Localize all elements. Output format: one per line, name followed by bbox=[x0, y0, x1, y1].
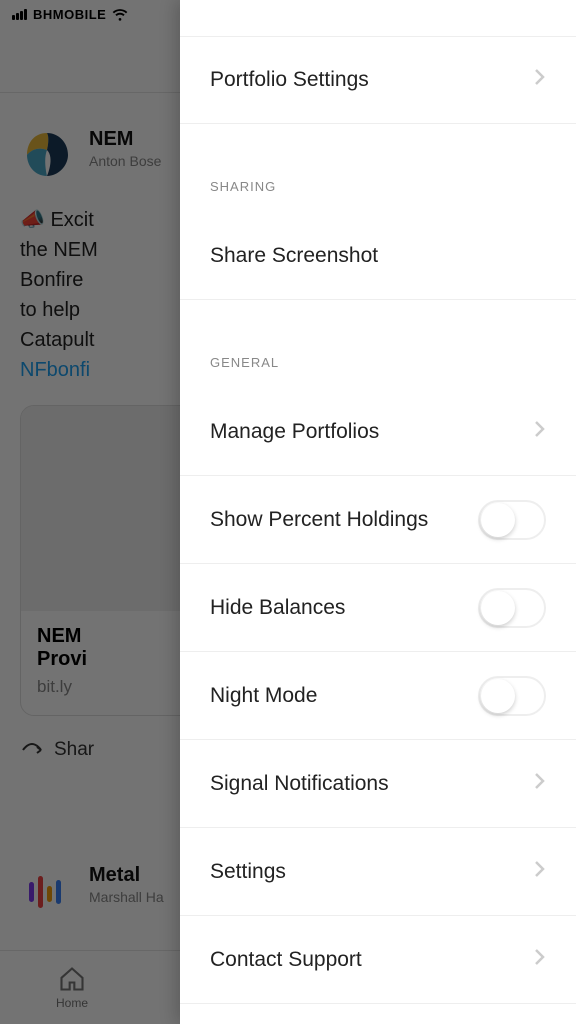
night-mode-row: Night Mode bbox=[180, 652, 576, 740]
row-label: Manage Portfolios bbox=[210, 420, 379, 444]
signal-bars-icon bbox=[12, 9, 27, 20]
share-screenshot-row[interactable]: Share Screenshot bbox=[180, 212, 576, 300]
toggle-knob bbox=[481, 503, 515, 537]
row-label: Settings bbox=[210, 860, 286, 884]
hide-balances-row: Hide Balances bbox=[180, 564, 576, 652]
hide-balances-toggle[interactable] bbox=[478, 588, 546, 628]
settings-panel: Portfolio Settings SHARING Share Screens… bbox=[180, 0, 576, 1024]
chevron-right-icon bbox=[534, 860, 546, 884]
portfolio-settings-row[interactable]: Portfolio Settings bbox=[180, 36, 576, 124]
chevron-right-icon bbox=[534, 772, 546, 796]
row-label: Night Mode bbox=[210, 684, 317, 708]
row-label: Show Percent Holdings bbox=[210, 508, 428, 532]
contact-support-row[interactable]: Contact Support bbox=[180, 916, 576, 1004]
row-label: Hide Balances bbox=[210, 596, 345, 620]
sharing-section-header: SHARING bbox=[180, 124, 576, 212]
row-label: Signal Notifications bbox=[210, 772, 389, 796]
carrier-label: BHMOBILE bbox=[33, 7, 106, 22]
status-left: BHMOBILE bbox=[12, 6, 128, 22]
night-mode-toggle[interactable] bbox=[478, 676, 546, 716]
row-label: Share Screenshot bbox=[210, 244, 378, 268]
wifi-icon bbox=[112, 6, 128, 22]
manage-portfolios-row[interactable]: Manage Portfolios bbox=[180, 388, 576, 476]
toggle-knob bbox=[481, 591, 515, 625]
general-section-header: GENERAL bbox=[180, 300, 576, 388]
row-label: Portfolio Settings bbox=[210, 68, 369, 92]
chevron-right-icon bbox=[534, 420, 546, 444]
signal-notifications-row[interactable]: Signal Notifications bbox=[180, 740, 576, 828]
show-percent-holdings-row: Show Percent Holdings bbox=[180, 476, 576, 564]
toggle-knob bbox=[481, 679, 515, 713]
show-percent-toggle[interactable] bbox=[478, 500, 546, 540]
chevron-right-icon bbox=[534, 68, 546, 92]
settings-row[interactable]: Settings bbox=[180, 828, 576, 916]
row-label: Contact Support bbox=[210, 948, 362, 972]
chevron-right-icon bbox=[534, 948, 546, 972]
